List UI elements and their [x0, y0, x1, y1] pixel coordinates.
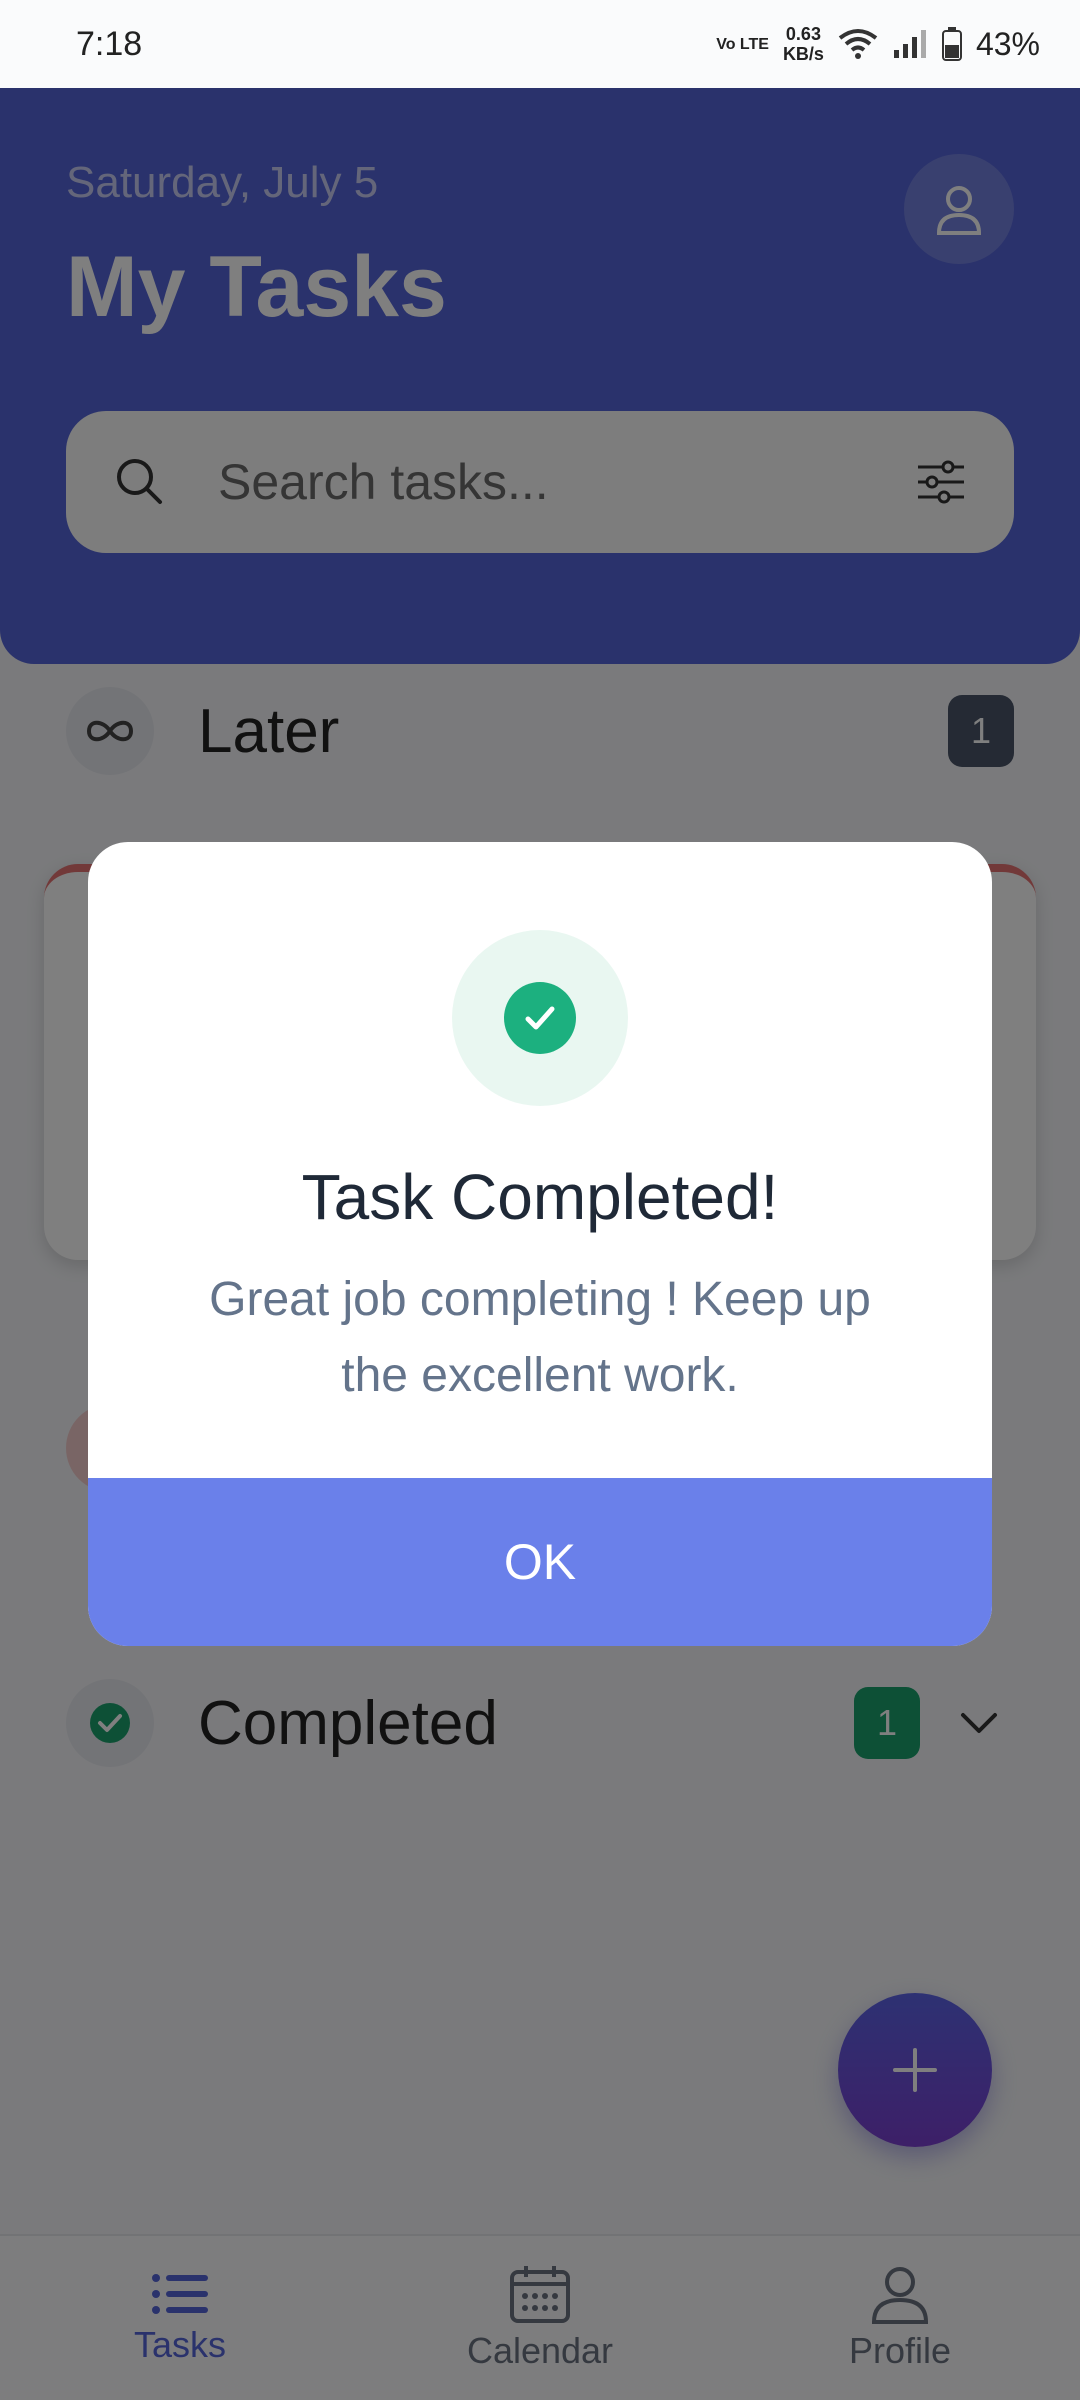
task-completed-dialog: Task Completed! Great job completing ! K…	[88, 842, 992, 1646]
wifi-icon	[838, 29, 878, 59]
network-speed: 0.63 KB/s	[783, 24, 824, 64]
check-icon	[504, 982, 576, 1054]
speed-value: 0.63	[785, 24, 821, 44]
volte-indicator: Vo LTE	[716, 35, 769, 53]
dialog-title: Task Completed!	[301, 1161, 779, 1233]
status-icons: Vo LTE 0.63 KB/s 43%	[716, 24, 1040, 64]
success-icon-container	[452, 930, 628, 1106]
dialog-message: Great job completing ! Keep up the excel…	[209, 1273, 871, 1402]
signal-icon	[893, 30, 926, 58]
speed-unit: KB/s	[782, 44, 824, 64]
battery-percent: 43%	[975, 25, 1040, 62]
ok-button[interactable]: OK	[88, 1478, 992, 1646]
status-time: 7:18	[76, 24, 143, 63]
battery-icon	[941, 27, 962, 61]
status-bar: 7:18 Vo LTE 0.63 KB/s 43%	[0, 0, 1080, 88]
